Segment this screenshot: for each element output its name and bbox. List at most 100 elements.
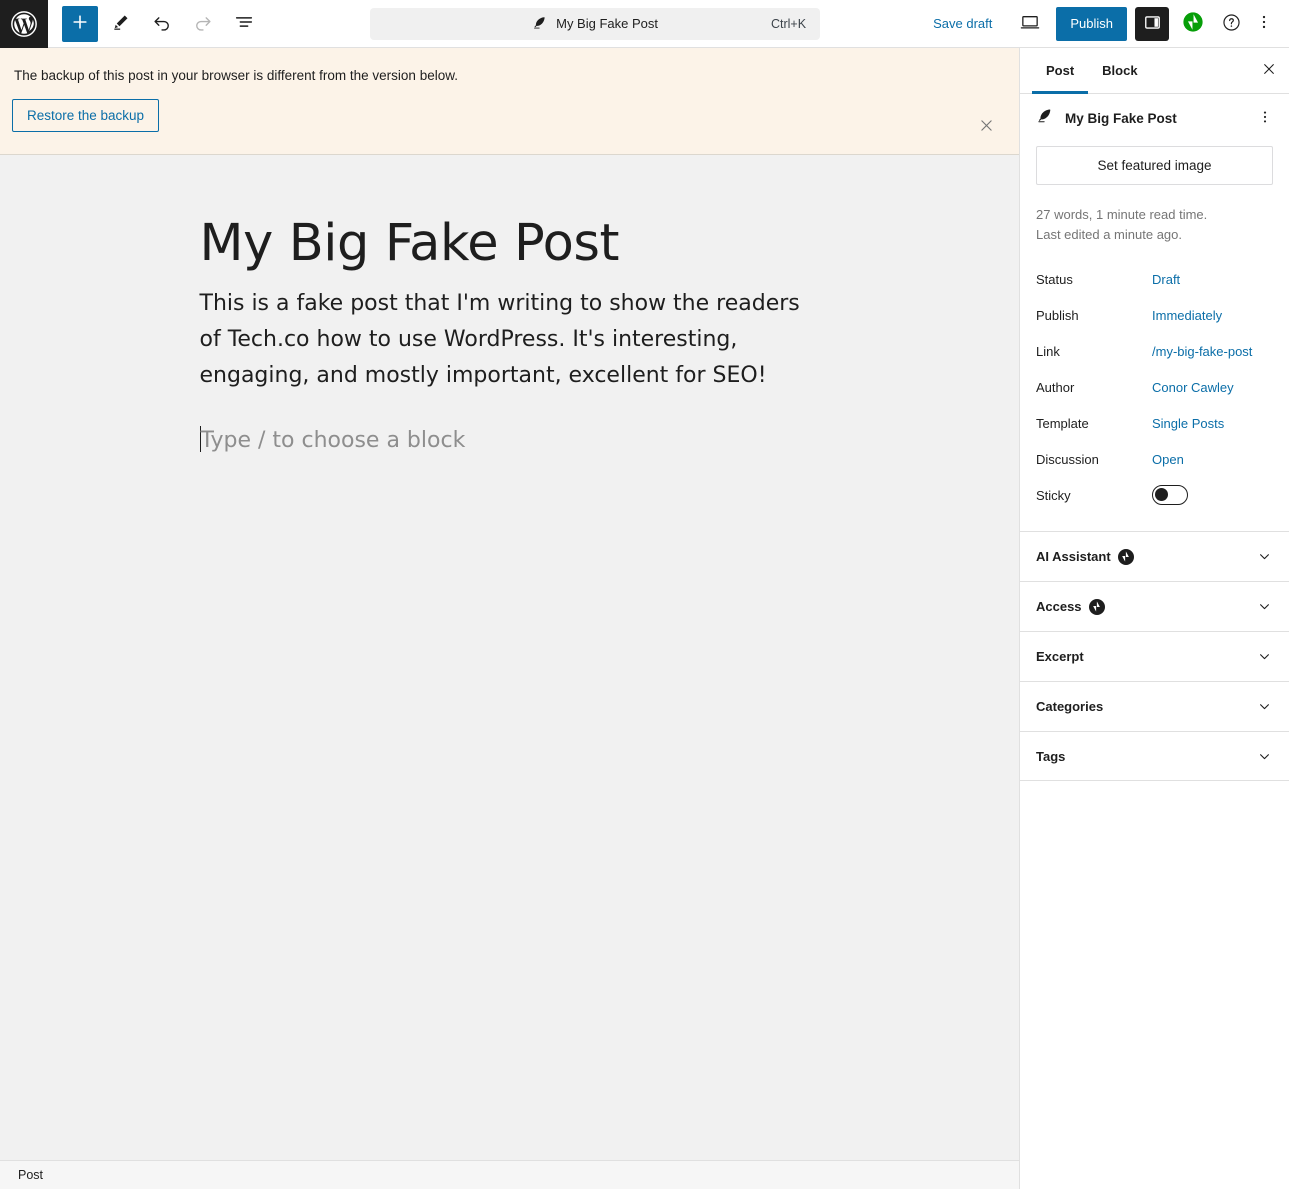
panel-excerpt[interactable]: Excerpt [1020, 631, 1289, 682]
chevron-down-icon [1256, 648, 1273, 665]
preview-button[interactable] [1012, 6, 1048, 42]
post-content-area: My Big Fake Post This is a fake post tha… [199, 155, 820, 458]
redo-button[interactable] [185, 6, 221, 42]
field-link-value[interactable]: /my-big-fake-post [1152, 344, 1252, 359]
command-bar-title: My Big Fake Post [556, 16, 658, 31]
help-circle-icon [1221, 12, 1242, 36]
field-author: Author Conor Cawley [1036, 369, 1273, 405]
jetpack-button[interactable] [1175, 6, 1211, 42]
settings-sidebar-toggle[interactable] [1135, 6, 1169, 41]
breadcrumb-post[interactable]: Post [18, 1168, 43, 1182]
toggle-knob [1155, 488, 1168, 502]
close-sidebar-button[interactable] [1249, 48, 1289, 93]
sidebar-panel-icon [1143, 13, 1162, 35]
pencil-icon [111, 12, 131, 35]
tab-block[interactable]: Block [1088, 48, 1151, 93]
header-tools-group [48, 5, 267, 42]
tools-edit-button[interactable] [103, 6, 139, 42]
empty-block-placeholder-text: Type / to choose a block [200, 428, 466, 454]
panel-categories-label: Categories [1036, 699, 1104, 715]
field-status-value[interactable]: Draft [1152, 272, 1180, 287]
wordpress-logo-button[interactable] [0, 0, 48, 48]
field-discussion-label: Discussion [1036, 451, 1099, 467]
set-featured-image-button[interactable]: Set featured image [1036, 146, 1273, 185]
sidebar-tabs: Post Block [1020, 48, 1289, 94]
command-bar[interactable]: My Big Fake Post Ctrl+K [370, 7, 821, 40]
close-icon [1261, 61, 1277, 80]
word-count-text: 27 words, 1 minute read time. [1036, 207, 1208, 222]
jetpack-icon [1182, 11, 1204, 36]
jetpack-icon [1088, 598, 1105, 615]
empty-block-placeholder[interactable]: Type / to choose a block [199, 423, 820, 458]
chevron-down-icon [1256, 598, 1273, 615]
backup-notice: The backup of this post in your browser … [0, 48, 1019, 156]
desktop-preview-icon [1019, 11, 1041, 36]
backup-notice-text: The backup of this post in your browser … [14, 68, 458, 83]
header-actions-group: Save draft Publish [923, 6, 1289, 42]
settings-sidebar: Post Block My Big Fake Post Set featured… [1019, 48, 1289, 1189]
post-settings-fields: Status Draft Publish Immediately Link /m… [1020, 247, 1289, 531]
editor-canvas[interactable]: My Big Fake Post This is a fake post tha… [0, 155, 1019, 1160]
field-sticky-label: Sticky [1036, 487, 1071, 503]
post-paragraph-block[interactable]: This is a fake post that I'm writing to … [200, 286, 820, 393]
field-sticky: Sticky [1036, 477, 1273, 513]
post-statistics: 27 words, 1 minute read time. Last edite… [1020, 185, 1289, 247]
sidebar-post-header: My Big Fake Post [1020, 94, 1289, 140]
editor-footer-breadcrumb: Post [0, 1160, 1019, 1189]
sticky-toggle[interactable] [1152, 485, 1188, 506]
help-button[interactable] [1213, 6, 1249, 42]
document-overview-button[interactable] [226, 6, 262, 42]
restore-backup-button[interactable]: Restore the backup [12, 99, 160, 133]
panel-access[interactable]: Access [1020, 581, 1289, 632]
editor-body: The backup of this post in your browser … [0, 48, 1289, 1189]
command-bar-shortcut: Ctrl+K [770, 16, 807, 31]
kebab-menu-icon [1257, 109, 1273, 128]
editor-header-toolbar: My Big Fake Post Ctrl+K Save draft Publi… [0, 0, 1289, 48]
feather-icon [532, 15, 547, 33]
jetpack-icon [1117, 548, 1134, 565]
field-status-label: Status [1036, 271, 1073, 287]
undo-button[interactable] [144, 6, 180, 42]
kebab-menu-icon [1255, 13, 1273, 34]
chevron-down-icon [1256, 748, 1273, 765]
field-template-label: Template [1036, 415, 1089, 431]
field-discussion-value[interactable]: Open [1152, 452, 1184, 467]
add-block-button[interactable] [62, 5, 98, 42]
panel-ai-assistant-label: AI Assistant [1036, 549, 1111, 565]
panel-excerpt-label: Excerpt [1036, 649, 1084, 665]
publish-button[interactable]: Publish [1056, 6, 1127, 41]
editor-column: The backup of this post in your browser … [0, 48, 1019, 1189]
command-bar-wrapper: My Big Fake Post Ctrl+K [267, 7, 923, 40]
field-publish-label: Publish [1036, 307, 1079, 323]
field-link: Link /my-big-fake-post [1036, 333, 1273, 369]
redo-arrow-icon [192, 11, 214, 36]
post-actions-button[interactable] [1253, 106, 1277, 130]
field-publish: Publish Immediately [1036, 297, 1273, 333]
field-publish-value[interactable]: Immediately [1152, 308, 1222, 323]
wordpress-logo-icon [10, 10, 38, 38]
more-options-button[interactable] [1249, 6, 1279, 42]
chevron-down-icon [1256, 548, 1273, 565]
list-view-icon [233, 11, 255, 36]
field-link-label: Link [1036, 343, 1060, 359]
field-template-value[interactable]: Single Posts [1152, 416, 1224, 431]
panel-tags-label: Tags [1036, 748, 1066, 764]
panel-ai-assistant[interactable]: AI Assistant [1020, 531, 1289, 582]
sidebar-post-title: My Big Fake Post [1065, 110, 1177, 126]
close-icon [978, 117, 995, 137]
dismiss-notice-button[interactable] [971, 112, 1001, 142]
field-author-label: Author [1036, 379, 1075, 395]
field-author-value[interactable]: Conor Cawley [1152, 380, 1234, 395]
panel-categories[interactable]: Categories [1020, 681, 1289, 732]
wordpress-block-editor: My Big Fake Post Ctrl+K Save draft Publi… [0, 0, 1289, 1189]
field-template: Template Single Posts [1036, 405, 1273, 441]
panel-tags[interactable]: Tags [1020, 731, 1289, 782]
last-edited-text: Last edited a minute ago. [1036, 227, 1182, 243]
feather-icon [1036, 107, 1053, 129]
chevron-down-icon [1256, 698, 1273, 715]
field-discussion: Discussion Open [1036, 441, 1273, 477]
tab-post[interactable]: Post [1032, 48, 1089, 94]
save-draft-button[interactable]: Save draft [923, 10, 1002, 37]
undo-arrow-icon [151, 11, 173, 36]
post-title-field[interactable]: My Big Fake Post [200, 215, 820, 272]
